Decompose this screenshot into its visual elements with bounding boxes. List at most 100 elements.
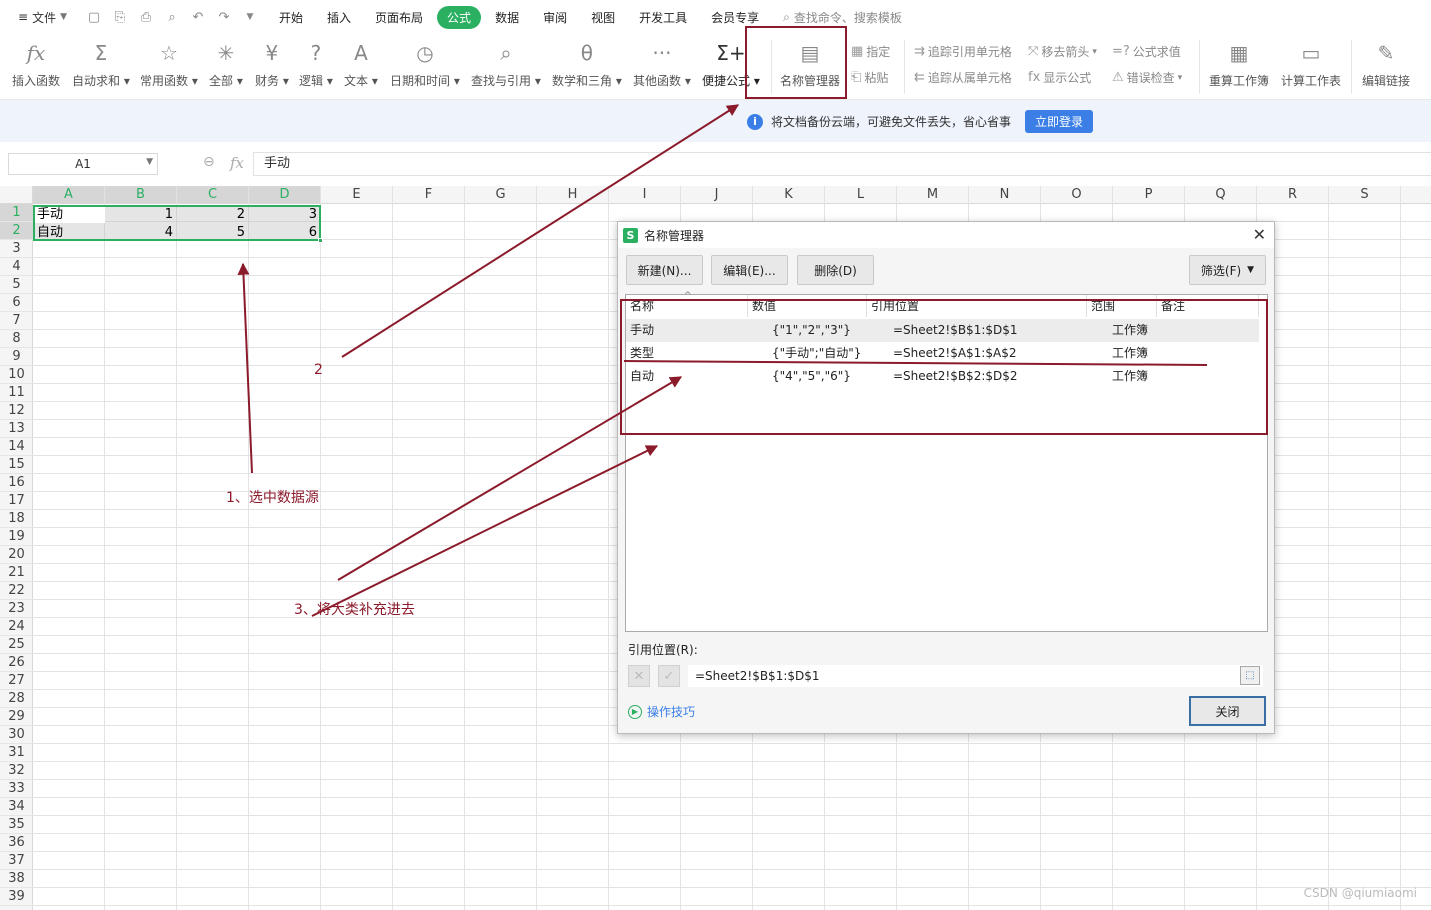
cell-d1[interactable]: 3 bbox=[250, 206, 320, 224]
undo-icon[interactable]: ↶ bbox=[189, 8, 207, 26]
tab-developer[interactable]: 开发工具 bbox=[629, 6, 697, 29]
tab-member[interactable]: 会员专享 bbox=[701, 6, 769, 29]
row-header[interactable]: 27 bbox=[0, 672, 33, 690]
file-menu[interactable]: ≡ 文件 ▼ bbox=[0, 9, 77, 26]
row-header[interactable]: 4 bbox=[0, 258, 33, 276]
row-header[interactable]: 21 bbox=[0, 564, 33, 582]
specify-button[interactable]: ▦ 指定 bbox=[851, 43, 890, 60]
row-header[interactable]: 14 bbox=[0, 438, 33, 456]
edit-links-button[interactable]: ✎ 编辑链接 bbox=[1362, 38, 1410, 89]
row-header[interactable]: 37 bbox=[0, 852, 33, 870]
cell-c1[interactable]: 2 bbox=[178, 206, 248, 224]
row-header[interactable]: 20 bbox=[0, 546, 33, 564]
column-header[interactable]: A bbox=[33, 186, 105, 204]
row-header[interactable]: 34 bbox=[0, 798, 33, 816]
row-header[interactable]: 23 bbox=[0, 600, 33, 618]
insert-function-button[interactable]: fx 插入函数 bbox=[12, 38, 60, 89]
row-header[interactable]: 16 bbox=[0, 474, 33, 492]
new-name-button[interactable]: 新建(N)... bbox=[626, 255, 703, 285]
export-pdf-icon[interactable]: ⎘ bbox=[111, 8, 129, 26]
column-header[interactable]: L bbox=[825, 186, 897, 204]
row-header[interactable]: 32 bbox=[0, 762, 33, 780]
customize-chevron-icon[interactable]: ▼ bbox=[241, 8, 259, 26]
row-header[interactable]: 3 bbox=[0, 240, 33, 258]
calc-sheet-button[interactable]: ▭ 计算工作表 bbox=[1281, 38, 1341, 89]
refers-to-input[interactable]: =Sheet2!$B$1:$D$1 bbox=[688, 665, 1263, 687]
row-header[interactable]: 12 bbox=[0, 402, 33, 420]
remove-arrows-button[interactable]: ⤧ 移去箭头 ▾ bbox=[1028, 43, 1097, 60]
trace-dependents-button[interactable]: ⇇ 追踪从属单元格 bbox=[914, 69, 1012, 86]
column-header[interactable]: F bbox=[393, 186, 465, 204]
filter-button[interactable]: 筛选(F) ▼ bbox=[1189, 255, 1266, 285]
tips-link[interactable]: ▶ 操作技巧 bbox=[628, 703, 695, 720]
row-header[interactable]: 5 bbox=[0, 276, 33, 294]
cell-b2[interactable]: 4 bbox=[106, 224, 176, 242]
cell-a1[interactable]: 手动 bbox=[34, 206, 104, 224]
print-preview-icon[interactable]: ⌕ bbox=[163, 8, 181, 26]
cell-a2[interactable]: 自动 bbox=[34, 224, 104, 242]
datetime-button[interactable]: ◷ 日期和时间 ▾ bbox=[390, 38, 460, 89]
row-header[interactable]: 10 bbox=[0, 366, 33, 384]
chevron-down-icon[interactable]: ▼ bbox=[146, 157, 153, 167]
name-box[interactable]: A1 ▼ bbox=[8, 153, 158, 175]
all-functions-button[interactable]: ✳ 全部 ▾ bbox=[209, 38, 243, 89]
select-all-corner[interactable] bbox=[0, 186, 33, 204]
column-header[interactable]: I bbox=[609, 186, 681, 204]
finance-button[interactable]: ¥ 财务 ▾ bbox=[255, 38, 289, 89]
fx-icon[interactable]: fx bbox=[230, 154, 244, 172]
cell-d2[interactable]: 6 bbox=[250, 224, 320, 242]
row-header[interactable]: 18 bbox=[0, 510, 33, 528]
row-header[interactable]: 24 bbox=[0, 618, 33, 636]
column-header[interactable]: B bbox=[105, 186, 177, 204]
login-button[interactable]: 立即登录 bbox=[1025, 110, 1094, 133]
tab-view[interactable]: 视图 bbox=[581, 6, 625, 29]
row-header[interactable]: 19 bbox=[0, 528, 33, 546]
tab-data[interactable]: 数据 bbox=[485, 6, 529, 29]
column-header-comment[interactable]: 备注 bbox=[1157, 295, 1259, 317]
edit-name-button[interactable]: 编辑(E)... bbox=[711, 255, 788, 285]
logic-button[interactable]: ? 逻辑 ▾ bbox=[299, 38, 333, 89]
column-header[interactable]: K bbox=[753, 186, 825, 204]
column-header[interactable]: R bbox=[1257, 186, 1329, 204]
name-manager-button[interactable]: ▤ 名称管理器 bbox=[780, 38, 840, 89]
print-icon[interactable]: ⎙ bbox=[137, 8, 155, 26]
row-header[interactable]: 35 bbox=[0, 816, 33, 834]
evaluate-formula-button[interactable]: =? 公式求值 bbox=[1112, 43, 1181, 60]
range-picker-icon[interactable]: ⬚ bbox=[1240, 666, 1260, 685]
cancel-edit-icon[interactable]: ✕ bbox=[628, 665, 650, 687]
row-header[interactable]: 15 bbox=[0, 456, 33, 474]
recalc-workbook-button[interactable]: ▦ 重算工作簿 bbox=[1209, 38, 1269, 89]
row-header[interactable]: 17 bbox=[0, 492, 33, 510]
common-functions-button[interactable]: ☆ 常用函数 ▾ bbox=[140, 38, 198, 89]
tab-review[interactable]: 审阅 bbox=[533, 6, 577, 29]
column-header[interactable]: M bbox=[897, 186, 969, 204]
list-item[interactable]: 类型 {"手动";"自动"} =Sheet2!$A$1:$A$2 工作簿 bbox=[626, 342, 1259, 365]
quick-formula-button[interactable]: Σ+ 便捷公式 ▾ bbox=[702, 38, 760, 89]
row-header[interactable]: 33 bbox=[0, 780, 33, 798]
column-header[interactable]: Q bbox=[1185, 186, 1257, 204]
cell-b1[interactable]: 1 bbox=[106, 206, 176, 224]
row-header[interactable]: 22 bbox=[0, 582, 33, 600]
column-header[interactable]: S bbox=[1329, 186, 1401, 204]
confirm-edit-icon[interactable]: ✓ bbox=[658, 665, 680, 687]
column-header[interactable]: J bbox=[681, 186, 753, 204]
tab-formulas[interactable]: 公式 bbox=[437, 5, 482, 29]
row-header[interactable]: 1 bbox=[0, 204, 33, 222]
row-header[interactable]: 9 bbox=[0, 348, 33, 366]
row-header[interactable]: 7 bbox=[0, 312, 33, 330]
column-header[interactable]: P bbox=[1113, 186, 1185, 204]
trace-precedents-button[interactable]: ⇉ 追踪引用单元格 bbox=[914, 43, 1012, 60]
autosum-button[interactable]: Σ 自动求和 ▾ bbox=[72, 38, 130, 89]
row-header[interactable]: 30 bbox=[0, 726, 33, 744]
column-header[interactable]: O bbox=[1041, 186, 1113, 204]
close-button[interactable]: 关闭 bbox=[1189, 696, 1266, 726]
command-search[interactable]: ⌕ 查找命令、搜索模板 bbox=[783, 9, 902, 26]
lookup-button[interactable]: ⌕ 查找与引用 ▾ bbox=[471, 38, 541, 89]
column-header-value[interactable]: 数值 bbox=[748, 295, 867, 317]
row-header[interactable]: 2 bbox=[0, 222, 33, 240]
dialog-titlebar[interactable]: S 名称管理器 ✕ bbox=[618, 222, 1274, 248]
row-header[interactable]: 28 bbox=[0, 690, 33, 708]
column-header[interactable]: D bbox=[249, 186, 321, 204]
math-button[interactable]: θ 数学和三角 ▾ bbox=[552, 38, 622, 89]
error-check-button[interactable]: ⚠ 错误检查 ▾ bbox=[1112, 69, 1182, 86]
